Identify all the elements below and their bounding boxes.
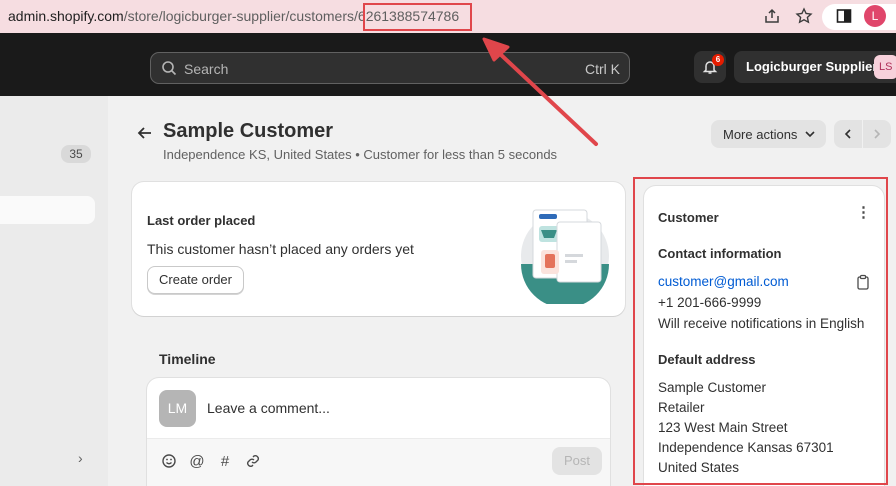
last-order-text: This customer hasn’t placed any orders y… xyxy=(147,241,414,257)
chevron-down-icon xyxy=(805,131,815,138)
sidebar: 35 › xyxy=(0,96,108,486)
store-name: Logicburger Supplier xyxy=(746,59,878,74)
emoji-icon[interactable] xyxy=(160,453,178,471)
post-button[interactable]: Post xyxy=(552,447,602,475)
chevron-left-icon xyxy=(844,129,851,139)
store-menu-button[interactable]: Logicburger Supplier LS xyxy=(734,51,896,83)
back-arrow-icon[interactable] xyxy=(136,124,154,142)
comment-box: LM Leave a comment... @ # Post xyxy=(147,378,610,486)
notification-count-badge: 6 xyxy=(712,54,724,66)
comment-toolbar: @ # Post xyxy=(147,438,610,486)
url-path: /store/logicburger-supplier/customers/ xyxy=(123,8,358,24)
previous-customer-button[interactable] xyxy=(834,120,862,148)
sidebar-item-active[interactable] xyxy=(0,196,95,224)
comment-input[interactable]: Leave a comment... xyxy=(207,400,330,416)
link-icon[interactable] xyxy=(244,453,262,471)
share-icon[interactable] xyxy=(763,7,781,25)
last-order-card: Last order placed This customer hasn’t p… xyxy=(132,182,625,316)
order-illustration xyxy=(521,209,609,304)
last-order-title: Last order placed xyxy=(147,213,256,228)
search-shortcut: Ctrl K xyxy=(585,61,620,77)
notifications-button[interactable]: 6 xyxy=(694,51,726,83)
search-placeholder: Search xyxy=(184,61,229,77)
side-panel-icon[interactable] xyxy=(835,7,853,25)
mention-icon[interactable]: @ xyxy=(188,453,206,471)
more-actions-label: More actions xyxy=(723,127,798,142)
search-icon xyxy=(162,61,177,76)
browser-profile-avatar[interactable]: L xyxy=(864,5,886,27)
search-input[interactable]: Search Ctrl K xyxy=(150,52,630,84)
bookmark-star-icon[interactable] xyxy=(795,7,813,25)
more-actions-button[interactable]: More actions xyxy=(711,120,826,148)
create-order-button[interactable]: Create order xyxy=(147,266,244,294)
page-title: Sample Customer xyxy=(163,120,334,142)
timeline-title: Timeline xyxy=(159,351,216,367)
url-domain: admin.shopify.com xyxy=(8,8,124,24)
customer-card-highlight-box xyxy=(633,177,888,485)
browser-address-bar[interactable]: admin.shopify.com/store/logicburger-supp… xyxy=(0,0,896,33)
chevron-right-icon xyxy=(874,129,881,139)
url-id-highlight-box xyxy=(363,3,472,31)
sidebar-count-badge: 35 xyxy=(61,145,91,163)
chevron-right-icon[interactable]: › xyxy=(78,450,83,466)
store-avatar: LS xyxy=(874,55,896,79)
next-customer-button[interactable] xyxy=(863,120,891,148)
hashtag-icon[interactable]: # xyxy=(216,453,234,471)
admin-top-bar: Search Ctrl K 6 Logicburger Supplier LS xyxy=(0,33,896,96)
user-avatar: LM xyxy=(159,390,196,427)
page-subtitle: Independence KS, United States • Custome… xyxy=(163,147,558,162)
